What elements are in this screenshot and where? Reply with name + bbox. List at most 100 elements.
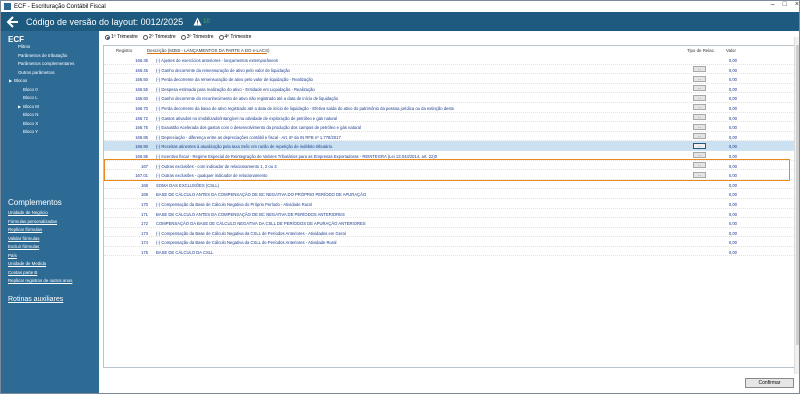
sidebar-item-label: Bloco N [23, 112, 39, 117]
quarter-radio[interactable]: 4º Trimestre [218, 34, 252, 40]
table-row[interactable]: 174 (-) Compensação da Base de Cálculo Ne… [104, 237, 796, 247]
table-row[interactable]: 168 SOMA DAS EXCLUSÕES (CSLL) 0,00 [104, 180, 796, 190]
row-value[interactable]: 0,00 [716, 212, 737, 217]
row-value[interactable]: 0,00 [716, 58, 737, 63]
table-row[interactable]: 166.50 (-) Perda decorrente da remensuraç… [104, 74, 796, 84]
minimize-icon[interactable]: – [771, 1, 775, 8]
tipo-relac-button[interactable]: ... [693, 94, 706, 101]
table-row[interactable]: 166.55 (-) Despesa estimada para realizaç… [104, 84, 796, 94]
tipo-relac-button[interactable]: ... [693, 85, 706, 92]
row-code: 174 [141, 240, 148, 246]
row-code: 172 [141, 221, 148, 227]
row-code: 169 [141, 192, 148, 198]
row-value[interactable]: 0,00 [716, 221, 737, 226]
row-value[interactable]: 0,00 [716, 68, 737, 73]
main-panel: 1º Trimestre 2º Trimestre 3º Trimestre 4º T… [99, 31, 799, 393]
col-valor: Valor [726, 48, 736, 53]
complemento-link[interactable]: Replicar registros de outros anos [8, 278, 98, 288]
quarter-radio[interactable]: 2º Trimestre [142, 34, 176, 40]
row-description: (-) Compensação da Base de Cálculo Negat… [156, 240, 337, 246]
row-description: (-) Perda decorrente da baixa de ativo r… [156, 105, 454, 111]
maximize-icon[interactable]: □ [783, 1, 787, 8]
confirm-button[interactable]: Confirmar [745, 378, 794, 388]
row-value[interactable]: 0,00 [716, 231, 737, 236]
row-code: 170 [141, 201, 148, 207]
table-row[interactable]: 173 (-) Compensação da Base de Cálculo Ne… [104, 228, 796, 238]
vertical-scrollbar[interactable] [794, 37, 799, 374]
expand-arrow-icon[interactable]: ▶ [18, 104, 21, 109]
lancamentos-table: Registro Descrição (M350 - LANÇAMENTOS D… [103, 45, 796, 368]
back-arrow-icon[interactable] [6, 15, 20, 29]
row-value[interactable]: 0,00 [716, 96, 737, 101]
tipo-relac-button[interactable]: ... [693, 133, 706, 140]
table-row[interactable]: 166.90 (-) Receitas atinentes à atualizaç… [104, 141, 796, 151]
table-row[interactable]: 166.70 (-) Perda decorrente da baixa de a… [104, 103, 796, 113]
row-code: 166.72 [135, 115, 148, 121]
row-value[interactable]: 0,00 [716, 202, 737, 207]
sidebar-item[interactable]: ▶ Blocos [1, 78, 99, 88]
complementos-title: Complementos [8, 198, 62, 207]
tipo-relac-button[interactable]: ... [693, 152, 706, 159]
row-description: (-) Perda decorrente da remensuração de … [156, 77, 313, 83]
row-value[interactable]: 0,00 [716, 240, 737, 245]
sidebar-item[interactable]: Bloco Y [1, 129, 99, 139]
sidebar-item-label: Bloco M [23, 103, 39, 109]
row-value[interactable]: 0,00 [716, 77, 737, 82]
expand-arrow-icon[interactable]: ▶ [9, 78, 12, 83]
radio-indicator[interactable] [105, 34, 110, 40]
row-value[interactable]: 0,00 [716, 144, 737, 149]
row-code: 173 [141, 230, 148, 236]
table-row[interactable]: 171 BASE DE CÁLCULO ANTES DA COMPENSAÇÃO … [104, 209, 796, 219]
header-bar: Código de versão do layout: 0012/2025 10 [1, 12, 799, 31]
row-value[interactable]: 0,00 [716, 183, 737, 188]
row-value[interactable]: 0,00 [716, 135, 737, 140]
row-value[interactable]: 0,00 [716, 87, 737, 92]
table-row[interactable]: 166.85 (-) Depreciação - diferença entre … [104, 132, 796, 142]
row-description: (-) Despesa estimada para realização do … [156, 86, 315, 92]
row-value[interactable]: 0,00 [716, 106, 737, 111]
complemento-link[interactable]: Excluir fórmulas [8, 244, 98, 254]
sidebar-item-label: Blocos [14, 78, 28, 83]
table-row[interactable]: 166.72 (-) Gastos ativados no imobilizado… [104, 113, 796, 123]
highlight-frame [104, 159, 790, 181]
tipo-relac-button[interactable]: ... [693, 114, 706, 121]
row-value[interactable]: 0,00 [716, 116, 737, 121]
row-value[interactable]: 0,00 [716, 125, 737, 130]
table-row[interactable]: 166.60 (-) Ganho decorrente do reconhecim… [104, 93, 796, 103]
sidebar-item[interactable]: ▶ Bloco M [1, 103, 99, 114]
row-description: (-) Exaustão Acelerada dos gastos com o … [156, 125, 361, 131]
tipo-relac-button[interactable]: ... [693, 104, 706, 111]
radio-indicator[interactable] [218, 34, 224, 40]
radio-label: 4º Trimestre [224, 34, 252, 40]
table-row[interactable]: 175 BASE DE CÁLCULO DA CSLL 0,00 [104, 247, 796, 257]
row-code: 166.90 [135, 144, 148, 150]
quarter-radio[interactable]: 1º Trimestre [105, 34, 138, 40]
close-icon[interactable]: × [795, 1, 799, 8]
tipo-relac-button[interactable]: ... [693, 75, 706, 82]
tipo-relac-button[interactable]: ... [693, 142, 706, 149]
radio-indicator[interactable] [180, 34, 186, 40]
radio-indicator[interactable] [142, 34, 148, 40]
scrollbar-thumb[interactable] [796, 45, 799, 345]
row-value[interactable]: 0,00 [716, 250, 737, 255]
sidebar-item[interactable]: Bloco X [1, 121, 99, 131]
tipo-relac-button[interactable]: ... [693, 66, 706, 73]
table-row[interactable]: 170 (-) Compensação da Base de Cálculo Ne… [104, 199, 796, 209]
rotinas-auxiliares-link[interactable]: Rotinas auxiliares [8, 296, 63, 303]
row-description: (-) Ajustes de exercícios anteriores - l… [156, 58, 278, 63]
header-underline [147, 53, 267, 54]
sidebar-item[interactable]: Bloco L [1, 95, 99, 105]
tipo-relac-button[interactable]: ... [693, 123, 706, 130]
table-row[interactable]: 166.35 (-) Ajustes de exercícios anterior… [104, 55, 796, 65]
table-row[interactable]: 166.45 (-) Ganho decorrente da remensuraç… [104, 65, 796, 75]
col-tipo-relac: Tipo de Relac. [687, 48, 716, 53]
warning-icon[interactable] [193, 17, 202, 26]
sidebar-item[interactable]: Bloco 0 [1, 86, 99, 97]
sidebar-item-label: Bloco 0 [23, 86, 38, 92]
table-row[interactable]: 169 BASE DE CÁLCULO ANTES DA COMPENSAÇÃO … [104, 189, 796, 199]
row-value[interactable]: 0,00 [716, 192, 737, 197]
table-row[interactable]: 166.75 (-) Exaustão Acelerada dos gastos … [104, 122, 796, 132]
sidebar-item[interactable]: Bloco N [1, 112, 99, 122]
table-row[interactable]: 172 COMPENSAÇÃO DA BASE DE CÁLCULO NEGATI… [104, 218, 796, 228]
quarter-radio[interactable]: 3º Trimestre [180, 34, 214, 40]
